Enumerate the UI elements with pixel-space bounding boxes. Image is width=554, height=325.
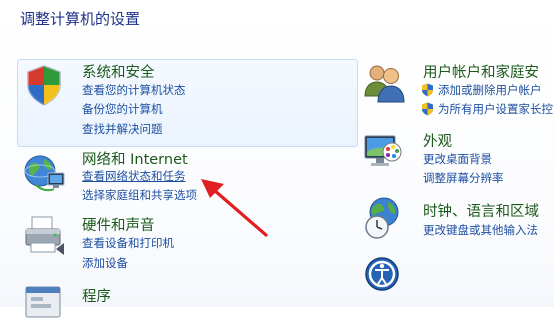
link-label: 添加或删除用户帐户: [438, 83, 542, 97]
link-adjust-resolution[interactable]: 调整屏幕分辨率: [423, 170, 504, 186]
monitor-icon[interactable]: [362, 130, 406, 174]
category-title-network[interactable]: 网络和 Internet: [82, 148, 188, 169]
category-title-clock-region[interactable]: 时钟、语言和区域: [423, 200, 539, 221]
link-change-desktop-background[interactable]: 更改桌面背景: [423, 151, 492, 167]
uac-shield-icon: [422, 83, 433, 97]
network-globe-icon[interactable]: [22, 151, 66, 195]
link-change-input-method[interactable]: 更改键盘或其他输入法: [423, 222, 538, 238]
programs-icon[interactable]: [22, 281, 66, 325]
uac-shield-icon: [422, 102, 433, 116]
link-troubleshoot[interactable]: 查找并解决问题: [82, 121, 163, 137]
category-title-user-accounts[interactable]: 用户帐户和家庭安: [423, 61, 539, 82]
globe-clock-icon[interactable]: [362, 196, 406, 240]
ease-of-access-icon[interactable]: [362, 254, 406, 298]
link-add-remove-accounts[interactable]: 添加或删除用户帐户: [421, 82, 542, 98]
category-title-system-security[interactable]: 系统和安全: [82, 61, 155, 82]
page-title: 调整计算机的设置: [20, 10, 141, 28]
category-title-hardware[interactable]: 硬件和声音: [82, 214, 155, 235]
link-devices-printers[interactable]: 查看设备和打印机: [82, 235, 174, 251]
link-backup-computer[interactable]: 备份您的计算机: [82, 101, 163, 117]
category-system-security[interactable]: [17, 59, 358, 147]
link-view-network-status[interactable]: 查看网络状态和任务: [82, 168, 186, 184]
users-icon[interactable]: [362, 60, 406, 104]
category-title-appearance[interactable]: 外观: [423, 130, 452, 151]
link-view-computer-status[interactable]: 查看您的计算机状态: [82, 82, 186, 98]
link-parental-controls[interactable]: 为所有用户设置家长控: [421, 101, 553, 117]
category-title-programs[interactable]: 程序: [82, 285, 111, 306]
link-add-device[interactable]: 添加设备: [82, 255, 128, 271]
link-label: 为所有用户设置家长控: [438, 102, 553, 116]
printer-icon[interactable]: [22, 213, 66, 257]
link-homegroup-sharing[interactable]: 选择家庭组和共享选项: [82, 187, 197, 203]
security-shield-icon[interactable]: [22, 63, 66, 107]
